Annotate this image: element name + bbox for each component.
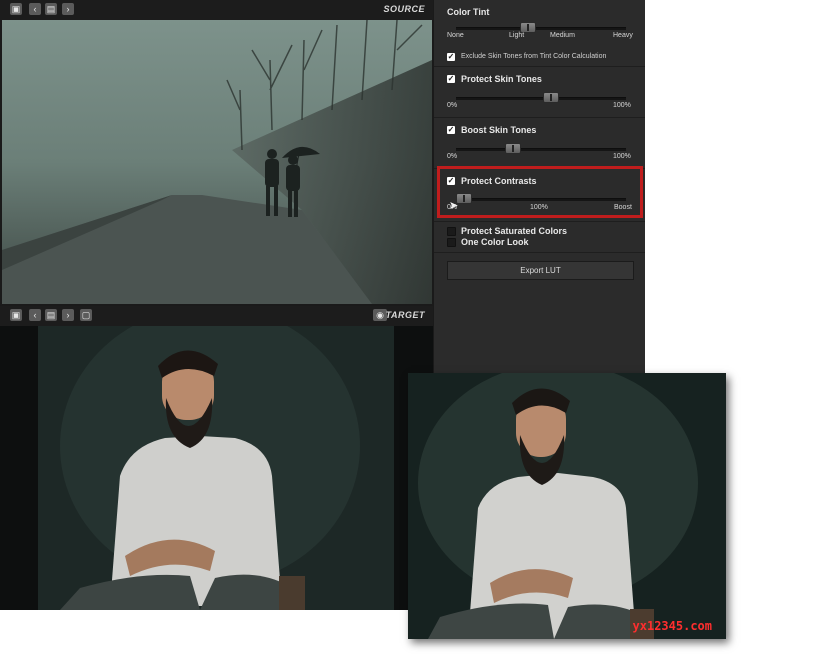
source-image — [2, 20, 432, 304]
tick-light: Light — [509, 32, 525, 39]
watermark-text: yx12345.com — [632, 619, 712, 633]
boost-skin-track[interactable] — [456, 148, 626, 151]
export-lut-button[interactable]: Export LUT — [447, 261, 634, 280]
source-toolbar: ▣ ‹ ▤ › SOURCE — [0, 0, 433, 20]
protect-saturated-title: Protect Saturated Colors — [461, 226, 568, 236]
chevron-left-icon[interactable]: ‹ — [29, 3, 41, 15]
chevron-right-icon[interactable]: › — [62, 3, 74, 15]
source-viewer: ▣ ‹ ▤ › SOURCE — [0, 0, 433, 306]
boost-skin-title: Boost Skin Tones — [461, 125, 537, 135]
boost-skin-max: 100% — [613, 153, 631, 160]
chevron-right-icon[interactable]: › — [62, 309, 74, 321]
source-label: SOURCE — [383, 4, 425, 14]
protect-skin-title: Protect Skin Tones — [461, 74, 542, 84]
protect-skin-max: 100% — [613, 102, 631, 109]
color-tint-section: Color Tint None Light Medium Heavy ✓ Exc… — [434, 0, 645, 67]
protect-saturated-checkbox[interactable] — [447, 227, 456, 236]
target-image — [0, 326, 433, 610]
extra-options-section: Protect Saturated Colors One Color Look — [434, 222, 645, 253]
boost-skin-checkbox[interactable]: ✓ — [447, 126, 455, 134]
folder-icon[interactable]: ▤ — [45, 309, 57, 321]
target-viewer: ▣ ‹ ▤ › ▢ ◉ TARGET — [0, 306, 433, 610]
comparison-photo: yx12345.com — [408, 373, 726, 639]
chevron-left-icon[interactable]: ‹ — [29, 309, 41, 321]
color-tint-title: Color Tint — [447, 7, 490, 17]
tick-medium: Medium — [550, 32, 575, 39]
boost-skin-min: 0% — [447, 153, 458, 160]
one-color-title: One Color Look — [461, 237, 529, 247]
folder-icon[interactable]: ▤ — [45, 3, 57, 15]
highlight-frame — [437, 166, 643, 218]
protect-skin-slider-knob[interactable] — [542, 92, 559, 103]
one-color-checkbox[interactable] — [447, 238, 456, 247]
tick-heavy: Heavy — [613, 32, 633, 39]
exclude-skin-label: Exclude Skin Tones from Tint Color Calcu… — [461, 53, 607, 60]
exclude-skin-checkbox[interactable]: ✓ — [447, 53, 455, 61]
export-icon[interactable]: ▢ — [80, 309, 92, 321]
boost-skin-slider-knob[interactable] — [505, 143, 522, 154]
save-icon[interactable]: ▣ — [10, 3, 22, 15]
color-tint-track[interactable] — [456, 27, 626, 30]
tick-none: None — [447, 32, 464, 39]
target-toolbar: ▣ ‹ ▤ › ▢ ◉ TARGET — [0, 306, 433, 326]
protect-skin-section: ✓ Protect Skin Tones 0% 100% — [434, 67, 645, 118]
save-icon[interactable]: ▣ — [10, 309, 22, 321]
protect-skin-track[interactable] — [456, 97, 626, 100]
target-label: TARGET — [385, 310, 425, 320]
boost-skin-section: ✓ Boost Skin Tones 0% 100% — [434, 118, 645, 169]
protect-skin-min: 0% — [447, 102, 458, 109]
protect-skin-checkbox[interactable]: ✓ — [447, 75, 455, 83]
